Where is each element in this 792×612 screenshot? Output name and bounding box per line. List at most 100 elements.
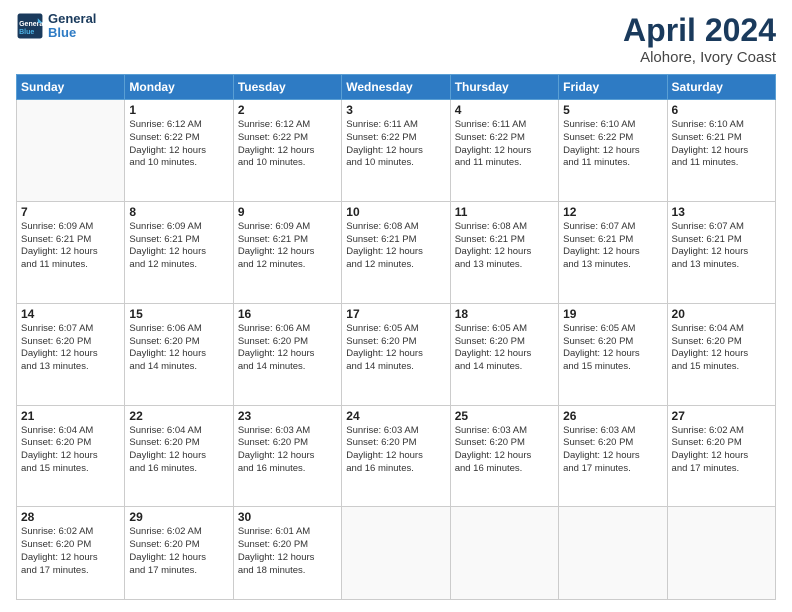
calendar-cell: 27 Sunrise: 6:02 AM Sunset: 6:20 PM Dayli… bbox=[667, 405, 775, 507]
day-info: Sunrise: 6:03 AM Sunset: 6:20 PM Dayligh… bbox=[455, 425, 554, 476]
day-header-monday: Monday bbox=[125, 75, 233, 100]
day-info: Sunrise: 6:07 AM Sunset: 6:20 PM Dayligh… bbox=[21, 323, 120, 374]
calendar-cell: 19 Sunrise: 6:05 AM Sunset: 6:20 PM Dayli… bbox=[559, 303, 667, 405]
day-number: 8 bbox=[129, 205, 228, 219]
day-info: Sunrise: 6:03 AM Sunset: 6:20 PM Dayligh… bbox=[563, 425, 662, 476]
page: General Blue General Blue April 2024 Alo… bbox=[0, 0, 792, 612]
day-number: 22 bbox=[129, 409, 228, 423]
svg-text:Blue: Blue bbox=[19, 29, 34, 36]
day-number: 21 bbox=[21, 409, 120, 423]
calendar-header-row: SundayMondayTuesdayWednesdayThursdayFrid… bbox=[17, 75, 776, 100]
day-number: 26 bbox=[563, 409, 662, 423]
day-info: Sunrise: 6:06 AM Sunset: 6:20 PM Dayligh… bbox=[238, 323, 337, 374]
calendar-cell: 18 Sunrise: 6:05 AM Sunset: 6:20 PM Dayli… bbox=[450, 303, 558, 405]
day-header-thursday: Thursday bbox=[450, 75, 558, 100]
calendar-cell: 12 Sunrise: 6:07 AM Sunset: 6:21 PM Dayli… bbox=[559, 201, 667, 303]
day-info: Sunrise: 6:04 AM Sunset: 6:20 PM Dayligh… bbox=[129, 425, 228, 476]
day-info: Sunrise: 6:08 AM Sunset: 6:21 PM Dayligh… bbox=[455, 221, 554, 272]
title-block: April 2024 Alohore, Ivory Coast bbox=[623, 12, 776, 66]
day-number: 23 bbox=[238, 409, 337, 423]
day-info: Sunrise: 6:10 AM Sunset: 6:21 PM Dayligh… bbox=[672, 119, 771, 170]
calendar-cell: 25 Sunrise: 6:03 AM Sunset: 6:20 PM Dayli… bbox=[450, 405, 558, 507]
calendar-cell: 23 Sunrise: 6:03 AM Sunset: 6:20 PM Dayli… bbox=[233, 405, 341, 507]
day-info: Sunrise: 6:09 AM Sunset: 6:21 PM Dayligh… bbox=[129, 221, 228, 272]
day-number: 20 bbox=[672, 307, 771, 321]
calendar-cell: 3 Sunrise: 6:11 AM Sunset: 6:22 PM Daylig… bbox=[342, 100, 450, 202]
calendar-cell: 6 Sunrise: 6:10 AM Sunset: 6:21 PM Daylig… bbox=[667, 100, 775, 202]
calendar-cell bbox=[667, 507, 775, 600]
calendar-week-row: 14 Sunrise: 6:07 AM Sunset: 6:20 PM Dayli… bbox=[17, 303, 776, 405]
day-info: Sunrise: 6:09 AM Sunset: 6:21 PM Dayligh… bbox=[238, 221, 337, 272]
day-number: 5 bbox=[563, 103, 662, 117]
day-number: 27 bbox=[672, 409, 771, 423]
calendar-cell: 7 Sunrise: 6:09 AM Sunset: 6:21 PM Daylig… bbox=[17, 201, 125, 303]
day-info: Sunrise: 6:07 AM Sunset: 6:21 PM Dayligh… bbox=[672, 221, 771, 272]
day-info: Sunrise: 6:11 AM Sunset: 6:22 PM Dayligh… bbox=[346, 119, 445, 170]
day-info: Sunrise: 6:08 AM Sunset: 6:21 PM Dayligh… bbox=[346, 221, 445, 272]
day-info: Sunrise: 6:05 AM Sunset: 6:20 PM Dayligh… bbox=[563, 323, 662, 374]
day-info: Sunrise: 6:03 AM Sunset: 6:20 PM Dayligh… bbox=[238, 425, 337, 476]
day-number: 14 bbox=[21, 307, 120, 321]
day-number: 16 bbox=[238, 307, 337, 321]
day-number: 3 bbox=[346, 103, 445, 117]
calendar-cell: 28 Sunrise: 6:02 AM Sunset: 6:20 PM Dayli… bbox=[17, 507, 125, 600]
calendar-cell: 26 Sunrise: 6:03 AM Sunset: 6:20 PM Dayli… bbox=[559, 405, 667, 507]
header: General Blue General Blue April 2024 Alo… bbox=[16, 12, 776, 66]
calendar-cell bbox=[17, 100, 125, 202]
day-info: Sunrise: 6:07 AM Sunset: 6:21 PM Dayligh… bbox=[563, 221, 662, 272]
day-info: Sunrise: 6:05 AM Sunset: 6:20 PM Dayligh… bbox=[346, 323, 445, 374]
day-number: 7 bbox=[21, 205, 120, 219]
calendar-cell: 22 Sunrise: 6:04 AM Sunset: 6:20 PM Dayli… bbox=[125, 405, 233, 507]
day-number: 13 bbox=[672, 205, 771, 219]
calendar-cell: 9Sunrise: 6:09 AM Sunset: 6:21 PM Daylig… bbox=[233, 201, 341, 303]
calendar-cell: 13 Sunrise: 6:07 AM Sunset: 6:21 PM Dayli… bbox=[667, 201, 775, 303]
day-number: 2 bbox=[238, 103, 337, 117]
day-info: Sunrise: 6:12 AM Sunset: 6:22 PM Dayligh… bbox=[238, 119, 337, 170]
day-number: 29 bbox=[129, 510, 228, 524]
day-info: Sunrise: 6:11 AM Sunset: 6:22 PM Dayligh… bbox=[455, 119, 554, 170]
day-header-friday: Friday bbox=[559, 75, 667, 100]
day-info: Sunrise: 6:01 AM Sunset: 6:20 PM Dayligh… bbox=[238, 526, 337, 577]
day-number: 19 bbox=[563, 307, 662, 321]
calendar-week-row: 21 Sunrise: 6:04 AM Sunset: 6:20 PM Dayli… bbox=[17, 405, 776, 507]
calendar-cell: 15Sunrise: 6:06 AM Sunset: 6:20 PM Dayli… bbox=[125, 303, 233, 405]
day-number: 17 bbox=[346, 307, 445, 321]
day-header-sunday: Sunday bbox=[17, 75, 125, 100]
calendar-cell: 2 Sunrise: 6:12 AM Sunset: 6:22 PM Daylig… bbox=[233, 100, 341, 202]
day-info: Sunrise: 6:12 AM Sunset: 6:22 PM Dayligh… bbox=[129, 119, 228, 170]
day-info: Sunrise: 6:02 AM Sunset: 6:20 PM Dayligh… bbox=[129, 526, 228, 577]
day-number: 6 bbox=[672, 103, 771, 117]
day-number: 24 bbox=[346, 409, 445, 423]
day-number: 1 bbox=[129, 103, 228, 117]
day-info: Sunrise: 6:05 AM Sunset: 6:20 PM Dayligh… bbox=[455, 323, 554, 374]
day-info: Sunrise: 6:10 AM Sunset: 6:22 PM Dayligh… bbox=[563, 119, 662, 170]
calendar-cell: 10Sunrise: 6:08 AM Sunset: 6:21 PM Dayli… bbox=[342, 201, 450, 303]
day-number: 4 bbox=[455, 103, 554, 117]
calendar-cell: 5 Sunrise: 6:10 AM Sunset: 6:22 PM Daylig… bbox=[559, 100, 667, 202]
day-number: 28 bbox=[21, 510, 120, 524]
calendar-cell bbox=[342, 507, 450, 600]
day-number: 18 bbox=[455, 307, 554, 321]
logo: General Blue General Blue bbox=[16, 12, 96, 41]
calendar-week-row: 28 Sunrise: 6:02 AM Sunset: 6:20 PM Dayli… bbox=[17, 507, 776, 600]
calendar-cell: 20Sunrise: 6:04 AM Sunset: 6:20 PM Dayli… bbox=[667, 303, 775, 405]
calendar-cell bbox=[559, 507, 667, 600]
calendar-cell: 8 Sunrise: 6:09 AM Sunset: 6:21 PM Daylig… bbox=[125, 201, 233, 303]
calendar-cell: 29 Sunrise: 6:02 AM Sunset: 6:20 PM Dayli… bbox=[125, 507, 233, 600]
day-info: Sunrise: 6:02 AM Sunset: 6:20 PM Dayligh… bbox=[672, 425, 771, 476]
day-info: Sunrise: 6:03 AM Sunset: 6:20 PM Dayligh… bbox=[346, 425, 445, 476]
day-number: 15 bbox=[129, 307, 228, 321]
calendar-cell: 21 Sunrise: 6:04 AM Sunset: 6:20 PM Dayli… bbox=[17, 405, 125, 507]
day-header-saturday: Saturday bbox=[667, 75, 775, 100]
day-number: 12 bbox=[563, 205, 662, 219]
day-info: Sunrise: 6:04 AM Sunset: 6:20 PM Dayligh… bbox=[21, 425, 120, 476]
day-number: 11 bbox=[455, 205, 554, 219]
calendar-cell: 30Sunrise: 6:01 AM Sunset: 6:20 PM Dayli… bbox=[233, 507, 341, 600]
day-info: Sunrise: 6:02 AM Sunset: 6:20 PM Dayligh… bbox=[21, 526, 120, 577]
day-info: Sunrise: 6:09 AM Sunset: 6:21 PM Dayligh… bbox=[21, 221, 120, 272]
day-header-tuesday: Tuesday bbox=[233, 75, 341, 100]
calendar-cell: 16 Sunrise: 6:06 AM Sunset: 6:20 PM Dayli… bbox=[233, 303, 341, 405]
day-number: 25 bbox=[455, 409, 554, 423]
calendar-cell bbox=[450, 507, 558, 600]
calendar-week-row: 1 Sunrise: 6:12 AM Sunset: 6:22 PM Daylig… bbox=[17, 100, 776, 202]
